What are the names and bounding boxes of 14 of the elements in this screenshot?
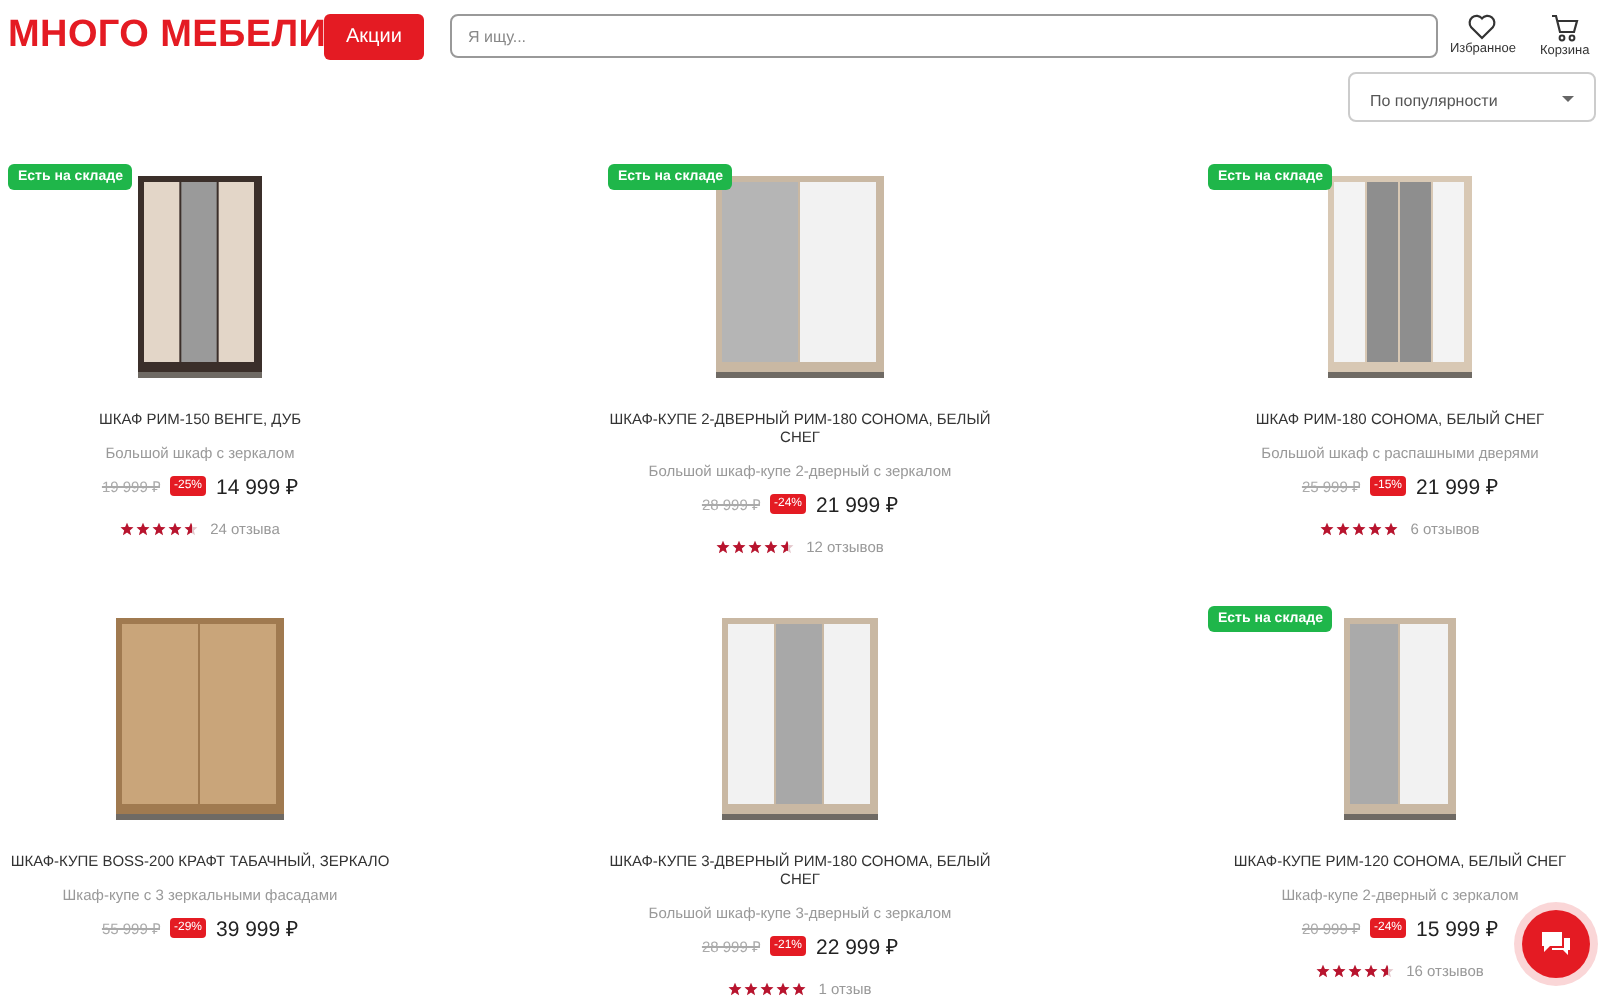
sort-dropdown[interactable]: По популярности (1348, 72, 1596, 122)
price: 21 999 ₽ (1416, 474, 1499, 500)
price: 22 999 ₽ (816, 934, 899, 960)
cart-icon[interactable] (1549, 14, 1580, 42)
promo-button[interactable]: Акции (324, 13, 424, 59)
price: 14 999 ₽ (216, 474, 299, 500)
search-field[interactable]: Я ищу... (450, 14, 1438, 58)
price: 15 999 ₽ (1416, 916, 1499, 942)
chat-icon (1540, 930, 1572, 958)
price: 21 999 ₽ (816, 492, 899, 518)
logo[interactable]: МНОГО МЕБЕЛИ (8, 14, 324, 58)
chat-button[interactable] (1522, 910, 1590, 978)
price: 39 999 ₽ (216, 916, 299, 942)
heart-icon[interactable] (1468, 14, 1497, 40)
